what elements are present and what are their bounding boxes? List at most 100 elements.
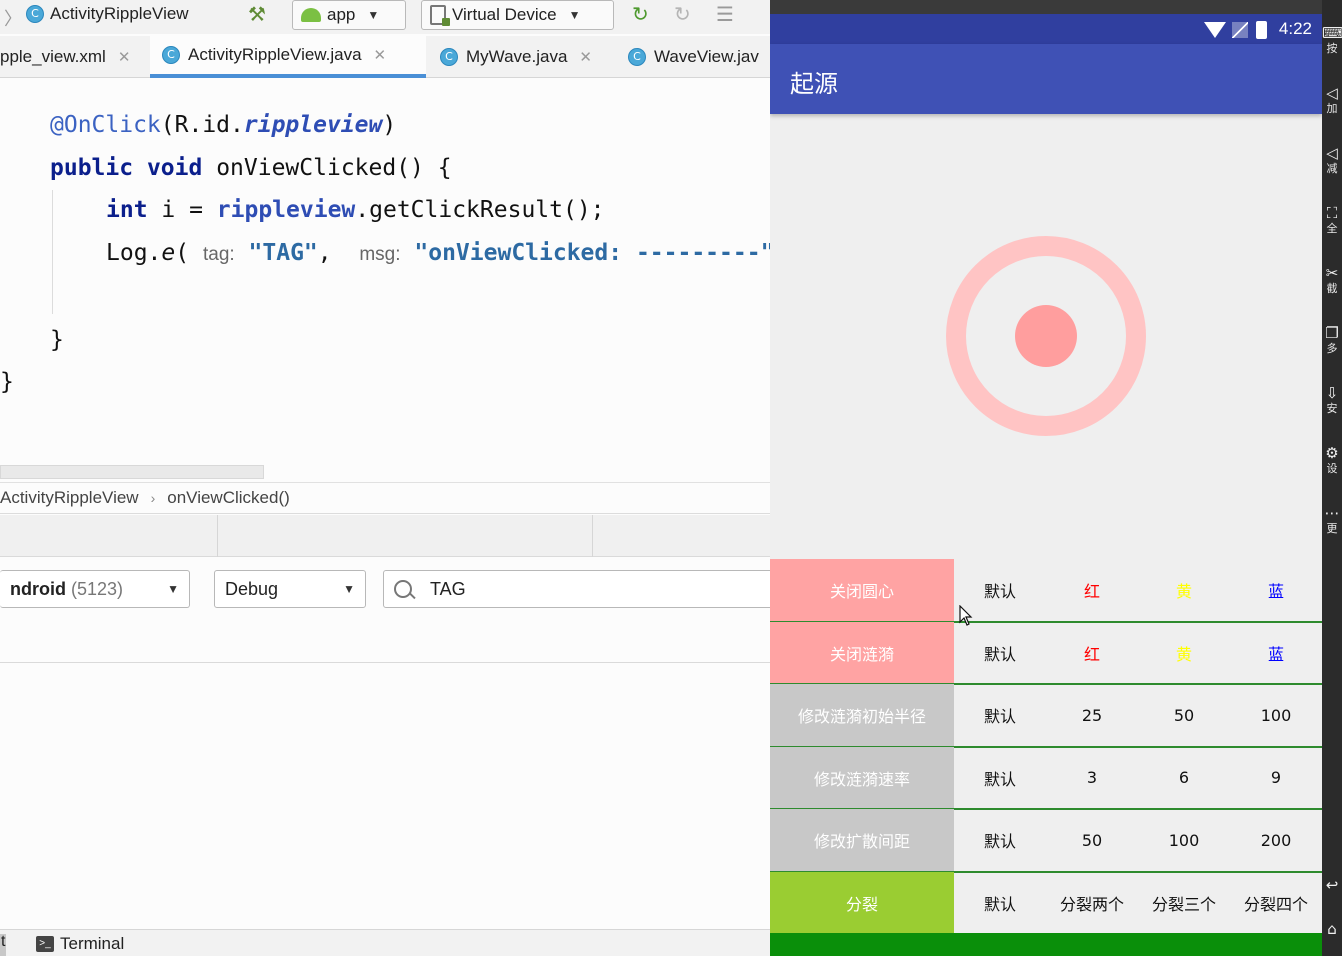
logcat-search-input[interactable]: TAG <box>383 570 770 608</box>
option-cell-button[interactable]: 分裂两个 <box>1046 872 1138 934</box>
bottom-green-bar <box>770 933 1322 956</box>
code-line-method-signature: public void onViewClicked() { <box>50 148 452 188</box>
code-token: i = <box>147 197 217 223</box>
side-toolbar-label: 多 <box>1326 342 1338 355</box>
code-line-annotation: @OnClick(R.id.rippleview) <box>50 105 396 145</box>
option-row-label-button[interactable]: 修改扩散间距 <box>770 809 954 871</box>
breadcrumb-separator: › <box>150 490 156 506</box>
panel-divider <box>217 515 218 557</box>
chevron-down-icon: ▼ <box>343 582 355 596</box>
log-level-dropdown[interactable]: Debug ▼ <box>214 570 366 608</box>
back-icon[interactable]: ↩ <box>1322 876 1342 894</box>
option-row-label-button[interactable]: 修改涟漪速率 <box>770 746 954 809</box>
option-cell-button[interactable]: 50 <box>1046 809 1138 871</box>
logcat-list-icon[interactable]: ☰ <box>716 2 734 26</box>
nav-bar-file-label: ActivityRippleView <box>50 4 189 23</box>
multi-window-icon: ❐ <box>1325 324 1339 342</box>
option-row-label-button[interactable]: 分裂 <box>770 871 954 934</box>
device-label: Virtual Device <box>452 5 557 24</box>
process-dropdown[interactable]: ndroid (5123) ▼ <box>0 570 190 608</box>
option-cell-button[interactable]: 50 <box>1138 684 1230 746</box>
option-cell-button[interactable]: 红 <box>1046 622 1138 684</box>
code-token: , <box>317 240 332 266</box>
option-cell-button[interactable]: 分裂三个 <box>1138 872 1230 934</box>
option-cell-button[interactable]: 6 <box>1138 747 1230 809</box>
option-cell-button[interactable]: 100 <box>1138 809 1230 871</box>
side-toolbar-label: 截 <box>1326 282 1338 295</box>
side-toolbar-label: 更 <box>1326 522 1338 535</box>
breadcrumb-method[interactable]: onViewClicked() <box>167 488 290 508</box>
option-row-label-button[interactable]: 关闭涟漪 <box>770 621 954 684</box>
more-icon: ⋯ <box>1324 504 1340 522</box>
side-toolbar-item[interactable]: ◁ 减 <box>1322 144 1342 175</box>
ripple-center <box>1015 305 1077 367</box>
option-row-label-button[interactable]: 关闭圆心 <box>770 559 954 621</box>
string-token: "TAG" <box>248 240 318 266</box>
tab-mywave-java[interactable]: C MyWave.java ✕ <box>428 36 614 78</box>
option-cell-button[interactable]: 默认 <box>954 747 1046 809</box>
virtual-device-icon <box>430 5 450 26</box>
apply-changes-icon[interactable]: ↻ <box>632 2 649 26</box>
class-file-icon: C <box>162 46 180 64</box>
side-toolbar-item[interactable]: ◁ 加 <box>1322 84 1342 115</box>
fullscreen-icon: ⛶ <box>1326 204 1338 222</box>
emulator-titlebar <box>770 0 1322 14</box>
option-cell-button[interactable]: 默认 <box>954 872 1046 934</box>
keyboard-icon: ⌨ <box>1322 24 1342 42</box>
code-line-close-class: } <box>0 369 14 395</box>
keyword-token: void <box>146 155 203 181</box>
side-toolbar-item[interactable]: ❐ 多 <box>1322 324 1342 355</box>
horizontal-scrollbar[interactable] <box>0 465 264 479</box>
side-toolbar-item[interactable]: ✂ 截 <box>1322 264 1342 295</box>
settings-icon: ⚙ <box>1325 444 1339 462</box>
logcat-filter-bar: ndroid (5123) ▼ Debug ▼ TAG <box>0 557 770 663</box>
tab-ripple-view-xml[interactable]: pple_view.xml ✕ <box>0 36 148 78</box>
home-icon[interactable]: ⌂ <box>1322 920 1342 938</box>
tab-activity-ripple-view-java[interactable]: C ActivityRippleView.java ✕ <box>150 36 426 78</box>
apply-code-changes-icon[interactable]: ↻ <box>674 2 691 26</box>
option-cell-button[interactable]: 25 <box>1046 684 1138 746</box>
side-toolbar-item[interactable]: ⛶ 全 <box>1322 204 1342 235</box>
build-hammer-icon[interactable]: ⚒ <box>248 2 266 26</box>
option-cell-button[interactable]: 默认 <box>954 809 1046 871</box>
option-cell-button[interactable]: 黄 <box>1138 559 1230 621</box>
terminal-tab[interactable]: >_ Terminal <box>36 934 124 954</box>
screenshot-icon: ✂ <box>1325 264 1339 282</box>
option-cell-button[interactable]: 默认 <box>954 684 1046 746</box>
ripple-view[interactable] <box>770 116 1322 559</box>
volume-down-icon: ◁ <box>1326 144 1338 162</box>
bottom-tool-tab[interactable]: t <box>0 933 6 956</box>
option-cell-button[interactable]: 分裂四个 <box>1230 872 1322 934</box>
run-config-dropdown[interactable]: app ▼ <box>292 0 406 30</box>
device-dropdown[interactable]: Virtual Device ▼ <box>421 0 614 30</box>
search-icon <box>394 580 412 598</box>
option-cell-button[interactable]: 蓝 <box>1230 622 1322 684</box>
option-row-label-button[interactable]: 修改涟漪初始半径 <box>770 684 954 746</box>
code-token: ( <box>175 240 190 266</box>
editor-tabs: pple_view.xml ✕ C ActivityRippleView.jav… <box>0 36 770 78</box>
option-cell-button[interactable]: 100 <box>1230 684 1322 746</box>
option-cell-button[interactable]: 9 <box>1230 747 1322 809</box>
option-cell-button[interactable]: 黄 <box>1138 622 1230 684</box>
logcat-output[interactable] <box>0 664 770 929</box>
option-cell-button[interactable]: 200 <box>1230 809 1322 871</box>
nav-bar-file[interactable]: C ActivityRippleView <box>26 4 189 24</box>
side-toolbar-item[interactable]: ⇩ 安 <box>1322 384 1342 415</box>
close-icon[interactable]: ✕ <box>579 48 592 66</box>
side-toolbar-item[interactable]: ⌨ 按 <box>1322 24 1342 55</box>
option-cell-button[interactable]: 默认 <box>954 622 1046 684</box>
option-cell-button[interactable]: 红 <box>1046 559 1138 621</box>
option-cell-button[interactable]: 蓝 <box>1230 559 1322 621</box>
indent-guide <box>52 190 53 314</box>
code-token: Log. <box>106 240 162 266</box>
side-toolbar-item[interactable]: ⋯ 更 <box>1322 504 1342 535</box>
breadcrumb-class[interactable]: ActivityRippleView <box>0 488 139 508</box>
close-icon[interactable]: ✕ <box>118 48 131 66</box>
tab-waveview-java[interactable]: C WaveView.jav <box>616 36 770 78</box>
close-icon[interactable]: ✕ <box>374 46 387 64</box>
bottom-tool-tab-label: t <box>1 933 6 950</box>
android-status-bar: 4:22 <box>770 14 1322 44</box>
option-cell-button[interactable]: 3 <box>1046 747 1138 809</box>
side-toolbar-item[interactable]: ⚙ 设 <box>1322 444 1342 475</box>
keyword-token: int <box>106 197 148 223</box>
